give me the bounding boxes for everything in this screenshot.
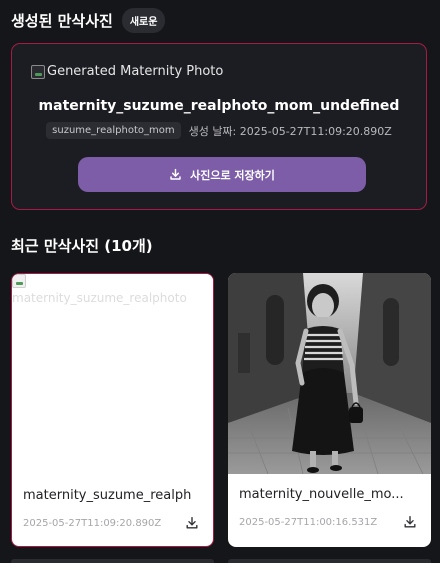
maternity-photo (228, 273, 431, 474)
next-card-peek (228, 559, 431, 563)
style-tag: suzume_realphoto_mom (46, 122, 181, 139)
recent-photo-image (228, 273, 431, 474)
recent-photo-card[interactable]: maternity_suzume_realphoto maternity_suz… (11, 273, 214, 547)
generated-section-header: 생성된 만삭사진 새로운 (11, 8, 166, 33)
new-badge: 새로운 (121, 8, 166, 33)
recent-photo-image: maternity_suzume_realphoto (12, 274, 213, 475)
broken-image-icon (31, 64, 45, 79)
recent-photo-name: maternity_nouvelle_mo... (239, 487, 404, 502)
download-icon[interactable] (185, 516, 199, 530)
recent-photo-name: maternity_suzume_realph (23, 488, 192, 503)
next-card-peek (11, 559, 214, 563)
generated-photo-meta: suzume_realphoto_mom 생성 날짜: 2025-05-27T1… (12, 122, 426, 139)
section-title: 생성된 만삭사진 (11, 12, 113, 30)
generated-photo-alt: Generated Maternity Photo (47, 64, 224, 79)
recent-photo-date: 2025-05-27T11:00:16.531Z (239, 517, 378, 528)
recent-photo-date: 2025-05-27T11:09:20.890Z (23, 518, 162, 529)
generated-photo-image: Generated Maternity Photo (31, 64, 223, 79)
recent-photo-alt: maternity_suzume_realphoto (12, 291, 187, 305)
save-photo-button[interactable]: 사진으로 저장하기 (78, 157, 366, 192)
generated-photo-card: Generated Maternity Photo maternity_suzu… (11, 43, 427, 210)
download-icon[interactable] (403, 515, 417, 529)
generated-photo-name: maternity_suzume_realphoto_mom_undefined (38, 98, 400, 114)
recent-photo-card[interactable]: maternity_nouvelle_mo... 2025-05-27T11:0… (228, 273, 431, 547)
download-icon (169, 168, 182, 181)
recent-photos-title: 최근 만삭사진 (10개) (11, 237, 153, 255)
broken-image-icon (12, 274, 26, 288)
save-photo-label: 사진으로 저장하기 (190, 168, 275, 182)
created-date: 생성 날짜: 2025-05-27T11:09:20.890Z (188, 124, 392, 138)
